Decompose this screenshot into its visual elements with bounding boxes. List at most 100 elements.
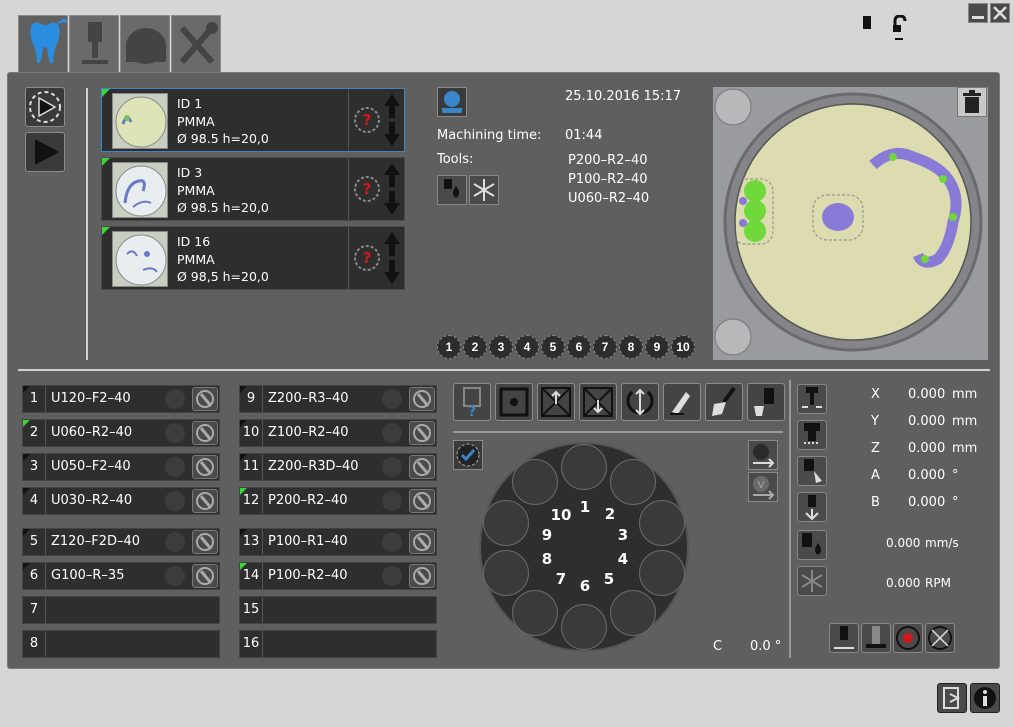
magazine-position[interactable]: 3 (489, 335, 513, 359)
tool-slot[interactable]: 12 P200–R2–40 (239, 487, 437, 515)
target-button[interactable] (893, 623, 923, 653)
grid-target-button[interactable] (925, 623, 955, 653)
tool-slot[interactable]: 11 Z200–R3D–40 (239, 453, 437, 481)
tool-slot[interactable]: 13 P100–R1–40 (239, 528, 437, 556)
magazine-position[interactable]: 10 (671, 335, 695, 359)
magazine-position[interactable]: 5 (541, 335, 565, 359)
close-button[interactable] (990, 3, 1010, 23)
reorder-arrows-icon[interactable] (382, 161, 402, 217)
tool-check-button[interactable]: ? (453, 383, 491, 421)
magazine-pocket[interactable] (512, 459, 558, 505)
tool-measure-icon[interactable] (192, 489, 218, 513)
tab-blank[interactable] (120, 15, 170, 73)
magazine-position[interactable]: 7 (593, 335, 617, 359)
play-button[interactable] (25, 132, 65, 172)
unknown-magazine-icon[interactable]: ? (352, 105, 382, 135)
tab-dental[interactable] (18, 15, 68, 73)
job-card[interactable]: ID 1 PMMA Ø 98.5 h=20,0 ? (101, 88, 405, 152)
delete-button[interactable] (957, 87, 987, 117)
target-icon (896, 626, 920, 650)
magazine-position[interactable]: 9 (645, 335, 669, 359)
job-thumbnail (112, 162, 168, 218)
tool-holder-button[interactable] (861, 623, 891, 653)
magazine-number: 8 (541, 550, 553, 568)
tool-measure-icon[interactable] (409, 489, 435, 513)
tool-measure-icon[interactable] (192, 530, 218, 554)
magazine-position[interactable]: 6 (567, 335, 591, 359)
air-blow-button[interactable] (797, 492, 827, 522)
tab-service[interactable] (171, 15, 221, 73)
tool-measure-icon[interactable] (192, 421, 218, 445)
tool-slot[interactable]: 4 U030–R2–40 (22, 487, 220, 515)
reorder-arrows-icon[interactable] (382, 92, 402, 148)
job-card[interactable]: ID 16 PMMA Ø 98,5 h=20,0 ? (101, 226, 405, 290)
tool-measure-icon[interactable] (409, 564, 435, 588)
probe-button[interactable] (797, 384, 827, 414)
magazine-pocket[interactable] (561, 444, 607, 490)
tool-slot[interactable]: 7 (22, 596, 220, 624)
tool-slot[interactable]: 15 (239, 596, 437, 624)
tool-slot[interactable]: 6 G100–R–35 (22, 562, 220, 590)
magazine-position[interactable]: 4 (515, 335, 539, 359)
tool-measure-icon[interactable] (409, 455, 435, 479)
clamp-open-button[interactable] (537, 383, 575, 421)
feed-value: 0.000 (886, 536, 921, 550)
export-button[interactable] (937, 683, 967, 713)
user-button[interactable] (437, 87, 467, 117)
coolant-tool-button[interactable] (437, 175, 467, 205)
job-material: PMMA (177, 251, 215, 267)
magazine-pocket[interactable] (610, 459, 656, 505)
tool-measure-icon[interactable] (409, 387, 435, 411)
spindle-cool-button[interactable] (797, 420, 827, 450)
tool-slot[interactable]: 1 U120–F2–40 (22, 385, 220, 413)
user-load-button[interactable] (748, 440, 778, 470)
verify-load-button[interactable]: V (748, 472, 778, 502)
cleaning-button[interactable] (663, 383, 701, 421)
tool-length-button[interactable] (829, 623, 859, 653)
magazine-position[interactable]: 1 (437, 335, 461, 359)
magazine-pocket[interactable] (639, 500, 685, 546)
tool-slot[interactable]: 3 U050–F2–40 (22, 453, 220, 481)
tool-measure-icon[interactable] (192, 455, 218, 479)
magazine-position[interactable]: 8 (619, 335, 643, 359)
spindle-brush-button[interactable] (797, 456, 827, 486)
magazine-pocket[interactable] (483, 550, 529, 596)
clamp-close-button[interactable] (579, 383, 617, 421)
tool-slot[interactable]: 10 Z100–R2–40 (239, 419, 437, 447)
tools-label: Tools: (437, 152, 474, 167)
dry-mode-button[interactable] (797, 566, 827, 596)
tool-status-dot (165, 389, 185, 409)
minimize-button[interactable] (968, 3, 988, 23)
job-card[interactable]: ID 3 PMMA Ø 98.5 h=20,0 ? (101, 157, 405, 221)
dry-tool-button[interactable] (469, 175, 499, 205)
reorder-arrows-icon[interactable] (382, 230, 402, 286)
magazine-pocket[interactable] (483, 500, 529, 546)
unknown-magazine-icon[interactable]: ? (352, 243, 382, 273)
magazine-pocket[interactable] (639, 550, 685, 596)
rotate-axis-button[interactable] (621, 383, 659, 421)
magazine-pocket[interactable] (512, 590, 558, 636)
tool-measure-icon[interactable] (192, 564, 218, 588)
magazine-position[interactable]: 2 (463, 335, 487, 359)
tool-slot[interactable]: 9 Z200–R3–40 (239, 385, 437, 413)
center-blank-button[interactable] (495, 383, 533, 421)
tab-machine[interactable] (69, 15, 119, 73)
cycle-start-all-button[interactable] (25, 87, 65, 127)
tool-measure-icon[interactable] (409, 530, 435, 554)
tool-measure-icon[interactable] (409, 421, 435, 445)
brush-button[interactable] (705, 383, 743, 421)
tool-slot[interactable]: 8 (22, 630, 220, 658)
magazine-pocket[interactable] (610, 590, 656, 636)
coolant-button[interactable] (797, 530, 827, 560)
tool-slot[interactable]: 2 U060–R2–40 (22, 419, 220, 447)
spindle-clean-button[interactable] (747, 383, 785, 421)
unknown-magazine-icon[interactable]: ? (352, 174, 382, 204)
svg-text:V: V (758, 480, 765, 491)
tool-measure-icon[interactable] (192, 387, 218, 411)
tool-slot[interactable]: 16 (239, 630, 437, 658)
tool-slot[interactable]: 14 P100–R2–40 (239, 562, 437, 590)
tool-status-dot (382, 532, 402, 552)
magazine-pocket[interactable] (561, 604, 607, 650)
info-button[interactable] (970, 683, 1000, 713)
tool-slot[interactable]: 5 Z120–F2D–40 (22, 528, 220, 556)
